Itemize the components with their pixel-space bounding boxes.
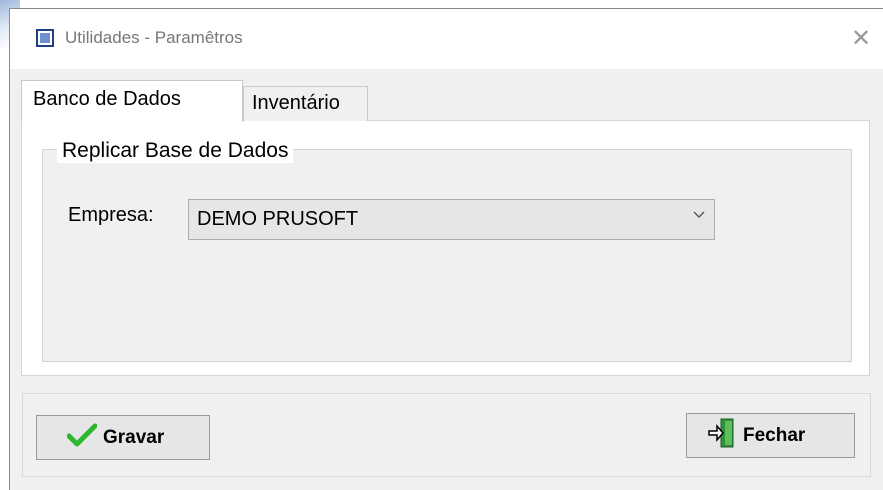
fechar-button[interactable]: Fechar bbox=[686, 413, 855, 458]
window-title: Utilidades - Paramêtros bbox=[65, 28, 243, 47]
app-window-icon bbox=[36, 29, 54, 47]
exit-door-icon bbox=[707, 417, 737, 455]
fechar-label: Fechar bbox=[743, 424, 806, 446]
close-button[interactable]: ✕ bbox=[843, 21, 879, 55]
gravar-button[interactable]: Gravar bbox=[36, 415, 210, 460]
checkmark-icon bbox=[66, 423, 98, 453]
empresa-select[interactable]: DEMO PRUSOFT bbox=[188, 199, 715, 240]
chevron-down-icon bbox=[692, 206, 706, 224]
title-bar: Utilidades - Paramêtros ✕ bbox=[10, 9, 883, 69]
empresa-label: Empresa: bbox=[68, 204, 154, 226]
empresa-select-value: DEMO PRUSOFT bbox=[197, 208, 359, 230]
gravar-label: Gravar bbox=[103, 426, 165, 448]
tab-banco-de-dados[interactable]: Banco de Dados bbox=[21, 80, 243, 122]
groupbox-legend: Replicar Base de Dados bbox=[57, 139, 294, 163]
tab-inventario[interactable]: Inventário bbox=[243, 86, 368, 121]
